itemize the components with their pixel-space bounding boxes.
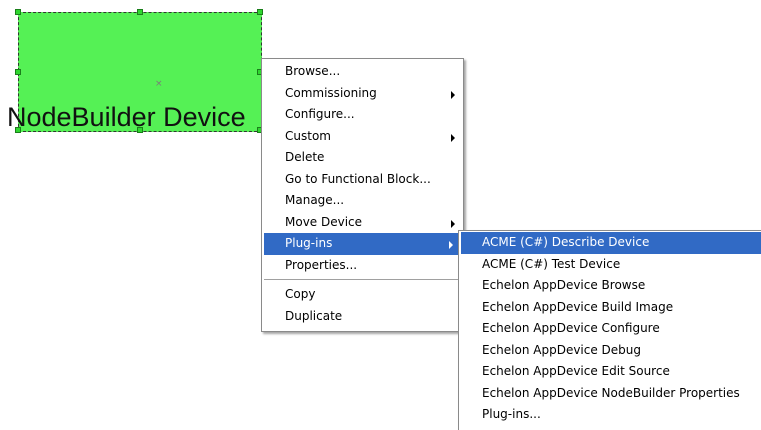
- menu-separator: [264, 279, 461, 280]
- menu-item-label: Echelon AppDevice Configure: [482, 321, 660, 335]
- submenu-item-appdevice-debug[interactable]: Echelon AppDevice Debug: [459, 340, 761, 362]
- menu-item-label: Copy: [285, 287, 316, 301]
- submenu-arrow-icon: [451, 133, 455, 142]
- menu-item-configure[interactable]: Configure...: [262, 104, 463, 126]
- submenu-item-appdevice-configure[interactable]: Echelon AppDevice Configure: [459, 318, 761, 340]
- menu-item-label: Manage...: [285, 193, 345, 207]
- selection-handle-middle-left[interactable]: [15, 69, 21, 75]
- menu-item-label: ACME (C#) Describe Device: [482, 235, 650, 249]
- menu-item-label: ACME (C#) Test Device: [482, 256, 621, 271]
- menu-item-label: Delete: [285, 150, 325, 164]
- selection-handle-top-center[interactable]: [137, 9, 143, 15]
- menu-item-browse[interactable]: Browse...: [262, 61, 463, 83]
- menu-item-label: Plug-ins: [285, 236, 333, 250]
- selection-handle-top-left[interactable]: [15, 9, 21, 15]
- submenu-item-appdevice-browse[interactable]: Echelon AppDevice Browse: [459, 275, 761, 297]
- menu-item-label: Echelon AppDevice Edit Source: [482, 364, 670, 378]
- menu-item-label: Plug-ins...: [482, 407, 541, 421]
- menu-item-label: Echelon AppDevice Browse: [482, 278, 646, 292]
- submenu-item-appdevice-edit-source[interactable]: Echelon AppDevice Edit Source: [459, 361, 761, 383]
- menu-item-label: Echelon AppDevice NodeBuilder Properties: [482, 385, 740, 400]
- submenu-item-appdevice-nodebuilder-properties[interactable]: Echelon AppDevice NodeBuilder Properties: [459, 383, 761, 405]
- menu-item-go-to-functional-block[interactable]: Go to Functional Block...: [262, 169, 463, 191]
- menu-item-label: Duplicate: [285, 308, 343, 323]
- menu-item-label: Echelon AppDevice Debug: [482, 342, 642, 357]
- menu-item-label: Custom: [285, 128, 331, 143]
- menu-item-label: Properties...: [285, 257, 358, 272]
- menu-item-move-device[interactable]: Move Device: [262, 212, 463, 234]
- menu-item-commissioning[interactable]: Commissioning: [262, 83, 463, 105]
- menu-item-label: Echelon AppDevice Build Image: [482, 299, 674, 314]
- submenu-item-appdevice-build-image[interactable]: Echelon AppDevice Build Image: [459, 297, 761, 319]
- menu-item-manage[interactable]: Manage...: [262, 190, 463, 212]
- submenu-item-acme-describe-device[interactable]: ACME (C#) Describe Device: [461, 232, 761, 254]
- device-label: NodeBuilder Device: [7, 102, 246, 132]
- menu-item-label: Browse...: [285, 64, 341, 78]
- plugins-submenu: ACME (C#) Describe Device ACME (C#) Test…: [458, 230, 761, 430]
- menu-item-plug-ins[interactable]: Plug-ins: [264, 233, 461, 255]
- submenu-arrow-icon: [451, 90, 455, 99]
- center-mark-icon: ×: [155, 79, 163, 89]
- menu-item-label: Commissioning: [285, 85, 377, 100]
- menu-item-delete[interactable]: Delete: [262, 147, 463, 169]
- menu-item-custom[interactable]: Custom: [262, 126, 463, 148]
- device-label-container: NodeBuilder Device: [0, 96, 262, 140]
- submenu-arrow-icon: [449, 241, 453, 249]
- submenu-item-plug-ins[interactable]: Plug-ins...: [459, 404, 761, 426]
- menu-item-label: Configure...: [285, 107, 355, 121]
- context-menu: Browse... Commissioning Configure... Cus…: [261, 58, 464, 332]
- menu-item-duplicate[interactable]: Duplicate: [262, 306, 463, 328]
- menu-item-properties[interactable]: Properties...: [262, 255, 463, 277]
- submenu-arrow-icon: [451, 219, 455, 228]
- menu-item-label: Move Device: [285, 214, 363, 229]
- submenu-item-acme-test-device[interactable]: ACME (C#) Test Device: [459, 254, 761, 276]
- selection-handle-top-right[interactable]: [257, 9, 263, 15]
- menu-item-copy[interactable]: Copy: [262, 284, 463, 306]
- menu-item-label: Go to Functional Block...: [285, 171, 431, 186]
